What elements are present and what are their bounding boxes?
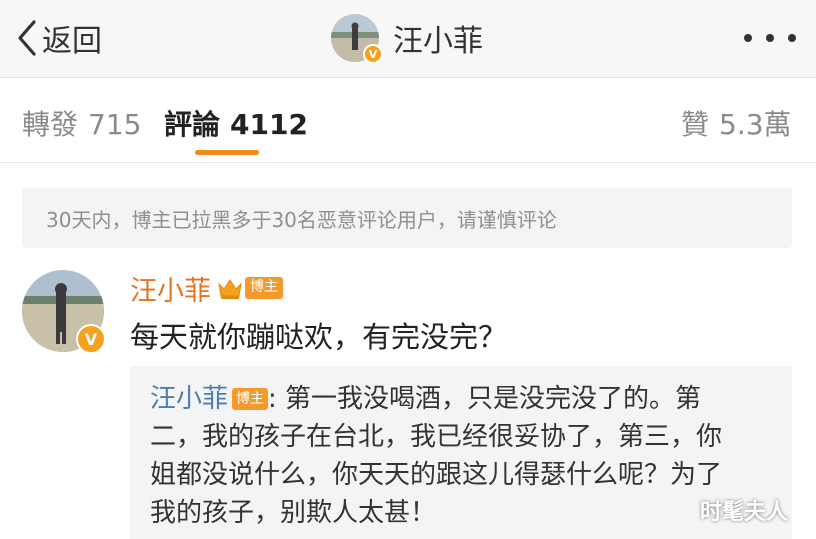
back-button[interactable]: 返回 xyxy=(14,16,102,60)
crown-icon xyxy=(218,279,242,299)
watermark: 时髦夫人 xyxy=(700,500,789,525)
comment-avatar[interactable]: V xyxy=(22,270,106,354)
tab-comments[interactable]: 評論 4112 xyxy=(164,103,308,143)
more-dot xyxy=(744,34,752,42)
more-icon[interactable] xyxy=(744,24,796,52)
verified-icon: V xyxy=(76,324,106,354)
back-label: 返回 xyxy=(42,24,102,59)
more-dot xyxy=(766,34,774,42)
tab-repost-count: 715 xyxy=(88,108,142,141)
reply-line: 我的孩子，别欺人太甚！ xyxy=(150,498,437,528)
nav-user[interactable]: V 汪小菲 xyxy=(331,12,483,64)
tab-like[interactable]: 贊 5.3萬 xyxy=(681,103,792,143)
comment-text: 每天就你蹦哒欢，有完没完？ xyxy=(130,320,508,354)
tab-repost[interactable]: 轉發 715 xyxy=(22,103,141,143)
tab-bar: 轉發 715 評論 4112 贊 5.3萬 xyxy=(0,79,816,163)
reply-host-badge: 博主 xyxy=(232,388,269,410)
verified-icon: V xyxy=(363,44,383,64)
comment-user-name[interactable]: 汪小菲 xyxy=(130,269,211,308)
comment-user: 汪小菲 博主 xyxy=(130,269,283,308)
chevron-left-icon xyxy=(18,20,36,56)
avatar[interactable]: V xyxy=(331,14,383,64)
nav-bar: 返回 V 汪小菲 xyxy=(0,0,816,78)
tab-comments-label: 評論 xyxy=(164,108,221,141)
reply-box[interactable]: 汪小菲 博主: 第一我没喝酒，只是没完没了的。第 二，我的孩子在台北，我已经很妥协… xyxy=(130,366,792,539)
reply-text: : 第一我没喝酒，只是没完没了的。第 xyxy=(268,384,702,414)
tab-repost-label: 轉發 xyxy=(22,108,79,141)
active-tab-indicator xyxy=(195,150,259,155)
tab-like-label: 贊 xyxy=(681,108,710,141)
reply-line: 二，我的孩子在台北，我已经很妥协了，第三，你 xyxy=(150,422,723,452)
nav-user-name: 汪小菲 xyxy=(393,24,483,59)
comment-notice: 30天内，博主已拉黑多于30名恶意评论用户，请谨慎评论 xyxy=(22,188,792,248)
tab-comments-count: 4112 xyxy=(230,108,308,141)
reply-line: 汪小菲 博主: 第一我没喝酒，只是没完没了的。第 xyxy=(150,380,774,418)
reply-user-name[interactable]: 汪小菲 xyxy=(150,384,228,414)
more-dot xyxy=(788,34,796,42)
tab-like-count: 5.3萬 xyxy=(719,108,792,141)
reply-line: 姐都没说什么，你天天的跟这儿得瑟什么呢？为了 xyxy=(150,460,723,490)
host-badge: 博主 xyxy=(245,277,283,299)
